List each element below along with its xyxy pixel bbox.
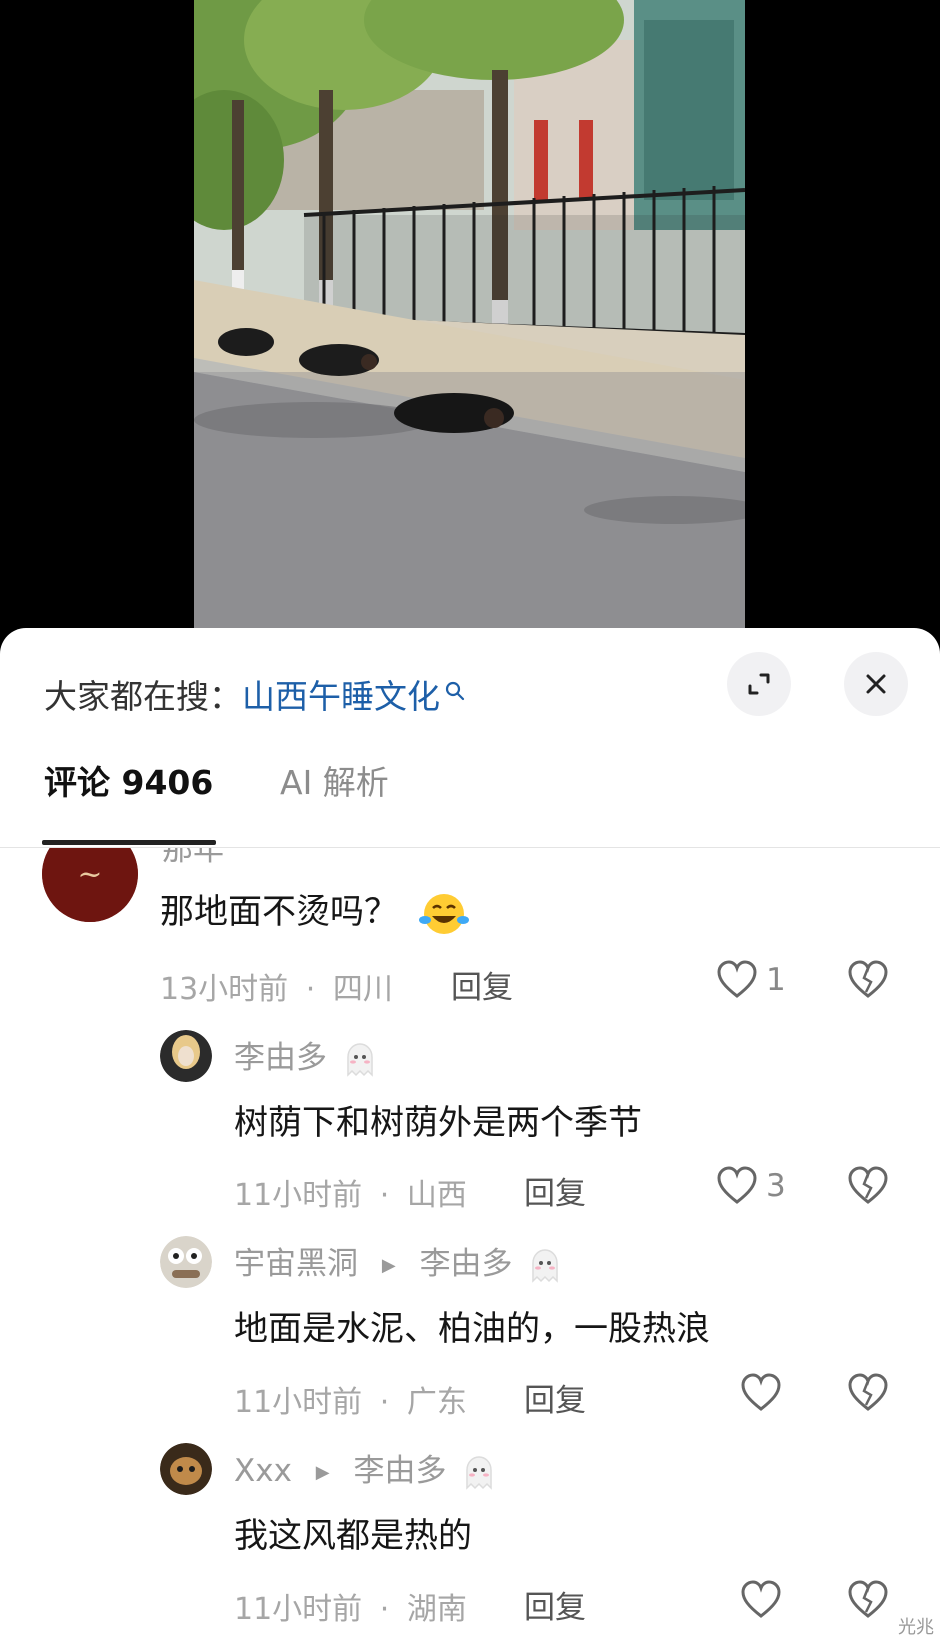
reply-button[interactable]: 回复 — [524, 1582, 586, 1627]
comment-meta: 11小时前 · 湖南 — [234, 1584, 467, 1628]
comment-time: 11小时前 — [234, 1385, 363, 1420]
comment-username: 李由多 — [234, 1032, 377, 1079]
like-button[interactable]: 3 — [716, 1166, 786, 1206]
meta-separator: · — [379, 1592, 390, 1627]
comment-text: 树荫下和树荫外是两个季节 — [234, 1103, 642, 1143]
search-icon — [444, 671, 466, 701]
trending-search-label: 大家都在搜： — [44, 677, 242, 716]
comment-time: 11小时前 — [234, 1592, 363, 1627]
comment-text: 那地面不烫吗？ — [160, 884, 471, 938]
reply-arrow-icon: ▶ — [315, 1462, 330, 1483]
avatar[interactable] — [160, 1236, 212, 1288]
ghost-icon — [532, 1248, 559, 1283]
expand-button[interactable] — [727, 652, 791, 716]
heart-icon — [741, 1580, 781, 1618]
like-button[interactable] — [740, 1580, 782, 1620]
comment-username: 宇宙黑洞 ▶ 李由多 — [234, 1238, 562, 1285]
meta-separator: · — [379, 1385, 390, 1420]
laughing-crying-emoji-icon — [418, 893, 469, 934]
comment-location: 湖南 — [406, 1592, 467, 1627]
comment-username[interactable]: 那年 — [162, 848, 224, 869]
dislike-button[interactable] — [847, 960, 889, 1004]
avatar[interactable]: ~ — [42, 848, 138, 922]
reply-button[interactable]: 回复 — [524, 1375, 586, 1420]
dislike-button[interactable] — [847, 1166, 889, 1210]
comment-meta: 11小时前 · 广东 — [234, 1377, 467, 1421]
comment-time: 11小时前 — [234, 1178, 363, 1213]
heart-icon — [741, 1373, 781, 1411]
comment-username-text[interactable]: 宇宙黑洞 — [234, 1246, 358, 1282]
comment-text: 我这风都是热的 — [234, 1516, 472, 1556]
ghost-icon — [466, 1455, 493, 1490]
active-tab-indicator — [42, 840, 216, 845]
comment-username-text[interactable]: Xxx — [234, 1453, 292, 1489]
broken-heart-icon — [848, 1373, 888, 1411]
like-count: 3 — [766, 1168, 786, 1204]
video-frame — [194, 0, 745, 630]
dislike-button[interactable] — [847, 1373, 889, 1417]
watermark: 光兆 — [898, 1617, 934, 1638]
reply-to-username[interactable]: 李由多 — [420, 1246, 513, 1282]
reply-button[interactable]: 回复 — [524, 1168, 586, 1213]
video-player[interactable] — [0, 0, 940, 660]
comment-panel: 大家都在搜： 山西午睡文化 评论 9406 AI 解析 ~ 那年 那地面不烫吗？… — [0, 628, 940, 1647]
comment-location: 四川 — [332, 972, 393, 1007]
close-button[interactable] — [844, 652, 908, 716]
close-icon — [866, 674, 886, 694]
broken-heart-icon — [848, 1166, 888, 1204]
comment-time: 13小时前 — [160, 972, 289, 1007]
tab-ai-analysis[interactable]: AI 解析 — [280, 758, 389, 808]
comment-text-body: 那地面不烫吗？ — [160, 892, 398, 932]
avatar[interactable] — [160, 1030, 212, 1082]
comment-meta: 11小时前 · 山西 — [234, 1170, 467, 1214]
meta-separator: · — [379, 1178, 390, 1213]
comment-username: Xxx ▶ 李由多 — [234, 1445, 496, 1492]
like-count: 1 — [766, 962, 786, 998]
tab-comments[interactable]: 评论 9406 — [44, 758, 213, 808]
expand-icon — [748, 673, 770, 695]
video-scene-image — [194, 0, 745, 630]
svg-text:~: ~ — [77, 857, 102, 892]
dislike-button[interactable] — [847, 1580, 889, 1624]
comment-meta: 13小时前 · 四川 — [160, 964, 393, 1008]
like-button[interactable] — [740, 1373, 782, 1413]
avatar[interactable] — [160, 1443, 212, 1495]
meta-separator: · — [305, 972, 316, 1007]
trending-search-term[interactable]: 山西午睡文化 — [242, 670, 440, 718]
reply-button[interactable]: 回复 — [451, 962, 513, 1007]
comment-location: 山西 — [406, 1178, 467, 1213]
comment-location: 广东 — [406, 1385, 467, 1420]
trending-search[interactable]: 大家都在搜： 山西午睡文化 — [44, 664, 466, 724]
comment-text: 地面是水泥、柏油的，一股热浪 — [234, 1309, 710, 1349]
comment-tabs: 评论 9406 AI 解析 — [0, 758, 940, 808]
reply-to-username[interactable]: 李由多 — [354, 1453, 447, 1489]
broken-heart-icon — [848, 960, 888, 998]
reply-arrow-icon: ▶ — [381, 1255, 396, 1276]
comment-username-text[interactable]: 李由多 — [234, 1040, 327, 1076]
ghost-icon — [347, 1042, 373, 1077]
heart-icon — [717, 1166, 757, 1204]
comment-list[interactable]: ~ 那年 那地面不烫吗？ 13小时前 · 四川 回复 1 李由多 树荫下和树荫外… — [0, 848, 940, 1647]
like-button[interactable]: 1 — [716, 960, 786, 1000]
heart-icon — [717, 960, 757, 998]
broken-heart-icon — [848, 1580, 888, 1618]
